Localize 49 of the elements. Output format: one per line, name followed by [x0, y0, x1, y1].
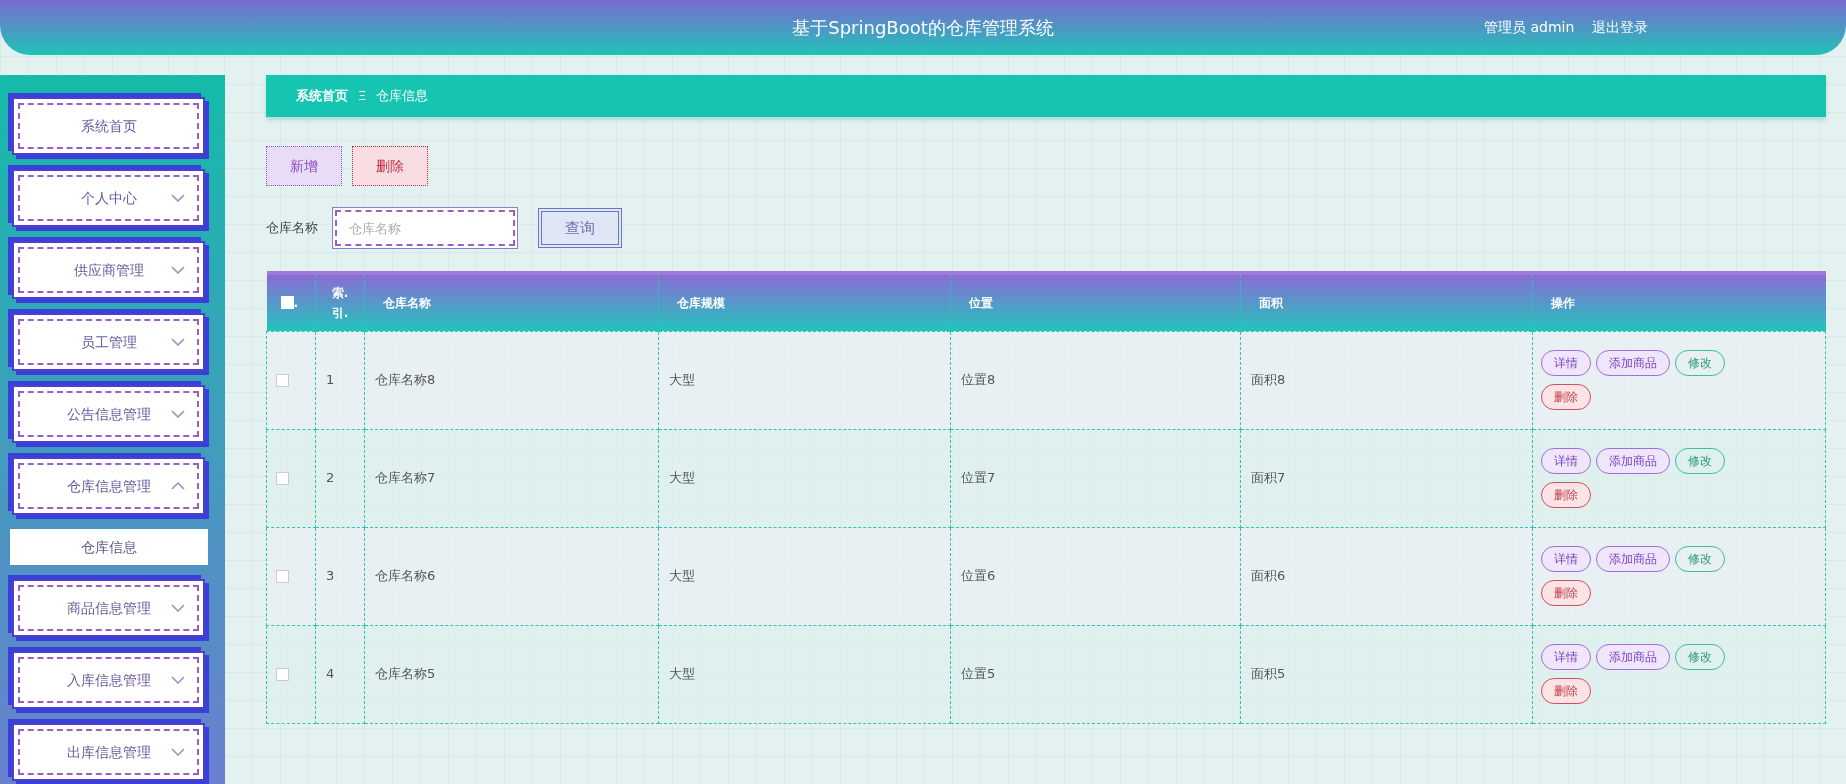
detail-button[interactable]: 详情	[1541, 644, 1591, 670]
column-header: 面积	[1240, 273, 1533, 331]
user-label: 管理员 admin	[1484, 18, 1575, 37]
chevron-down-icon	[171, 748, 185, 756]
add-button[interactable]: 添加商品	[1596, 644, 1670, 670]
add-button[interactable]: 添加商品	[1596, 350, 1670, 376]
index-cell: 1	[315, 331, 365, 429]
delete-button[interactable]: 删除	[352, 146, 428, 186]
app-title: 基于SpringBoot的仓库管理系统	[792, 16, 1054, 40]
column-header: 索.引.	[315, 273, 365, 331]
detail-button[interactable]: 详情	[1541, 350, 1591, 376]
add-button[interactable]: 新增	[266, 146, 342, 186]
chevron-down-icon	[171, 676, 185, 684]
chevron-down-icon	[171, 604, 185, 612]
chevron-down-icon	[171, 410, 185, 418]
row-checkbox[interactable]	[276, 667, 289, 681]
detail-button[interactable]: 详情	[1541, 546, 1591, 572]
row-checkbox[interactable]	[276, 569, 289, 583]
table-cell: 仓库名称5	[364, 625, 659, 723]
table-cell: 大型	[658, 625, 951, 723]
chevron-down-icon	[171, 266, 185, 274]
search-button[interactable]: 查询	[538, 208, 622, 248]
add-button[interactable]: 添加商品	[1596, 546, 1670, 572]
select-all-checkbox[interactable]	[280, 296, 294, 310]
index-cell: 4	[315, 625, 365, 723]
breadcrumb-current: 仓库信息	[376, 87, 429, 106]
logout-link[interactable]: 退出登录	[1592, 17, 1648, 38]
sidebar-subitem[interactable]: 仓库信息	[10, 529, 208, 565]
table-cell: 面积5	[1240, 625, 1533, 723]
chevron-down-icon	[171, 338, 185, 346]
breadcrumb-separator: Ξ	[358, 87, 367, 106]
delete-button[interactable]: 删除	[1541, 678, 1591, 704]
column-header: 操作	[1532, 273, 1826, 331]
chevron-down-icon	[171, 194, 185, 202]
search-field[interactable]: 仓库名称	[332, 207, 518, 249]
add-button[interactable]: 添加商品	[1596, 448, 1670, 474]
table-cell: 位置5	[950, 625, 1241, 723]
delete-button[interactable]: 删除	[1541, 482, 1591, 508]
row-checkbox[interactable]	[276, 373, 289, 387]
chevron-up-icon	[171, 482, 185, 490]
column-header: 仓库名称	[364, 273, 659, 331]
column-header: 位置	[950, 273, 1241, 331]
delete-button[interactable]: 删除	[1541, 580, 1591, 606]
search-label: 仓库名称	[266, 219, 319, 238]
delete-button[interactable]: 删除	[1541, 384, 1591, 410]
row-checkbox[interactable]	[276, 471, 289, 485]
checkbox-suffix: .	[293, 294, 299, 312]
column-header: 仓库规模	[658, 273, 951, 331]
detail-button[interactable]: 详情	[1541, 448, 1591, 474]
